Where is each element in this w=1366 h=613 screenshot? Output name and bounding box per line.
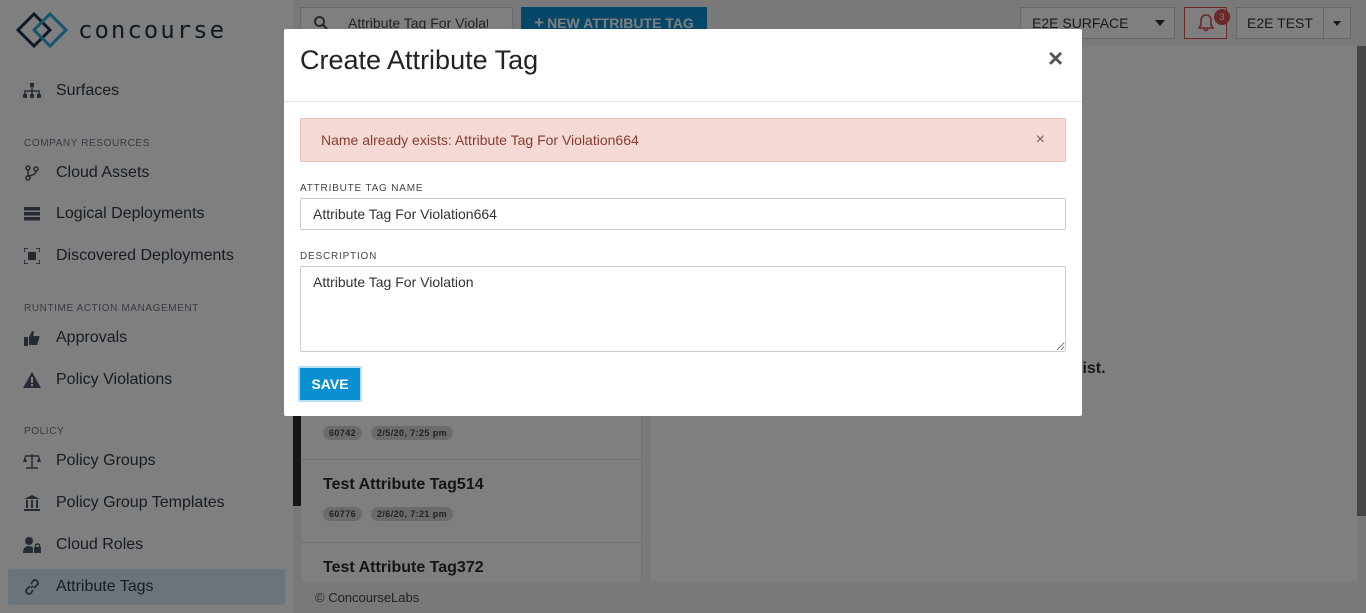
error-alert-text: Name already exists: Attribute Tag For V…	[321, 132, 639, 148]
modal-title: Create Attribute Tag	[300, 45, 539, 75]
error-alert: Name already exists: Attribute Tag For V…	[300, 118, 1066, 162]
alert-close-icon[interactable]: ×	[1036, 131, 1045, 149]
create-attribute-tag-dialog: Create Attribute Tag × Name already exis…	[284, 29, 1082, 416]
attribute-tag-name-field[interactable]	[300, 198, 1066, 230]
attribute-tag-name-label: ATTRIBUTE TAG NAME	[300, 183, 424, 194]
description-field[interactable]: Attribute Tag For Violation	[300, 266, 1066, 352]
close-icon[interactable]: ×	[1048, 43, 1063, 74]
description-label: DESCRIPTION	[300, 251, 378, 262]
save-button[interactable]: SAVE	[298, 366, 362, 402]
modal-divider	[284, 101, 1082, 102]
